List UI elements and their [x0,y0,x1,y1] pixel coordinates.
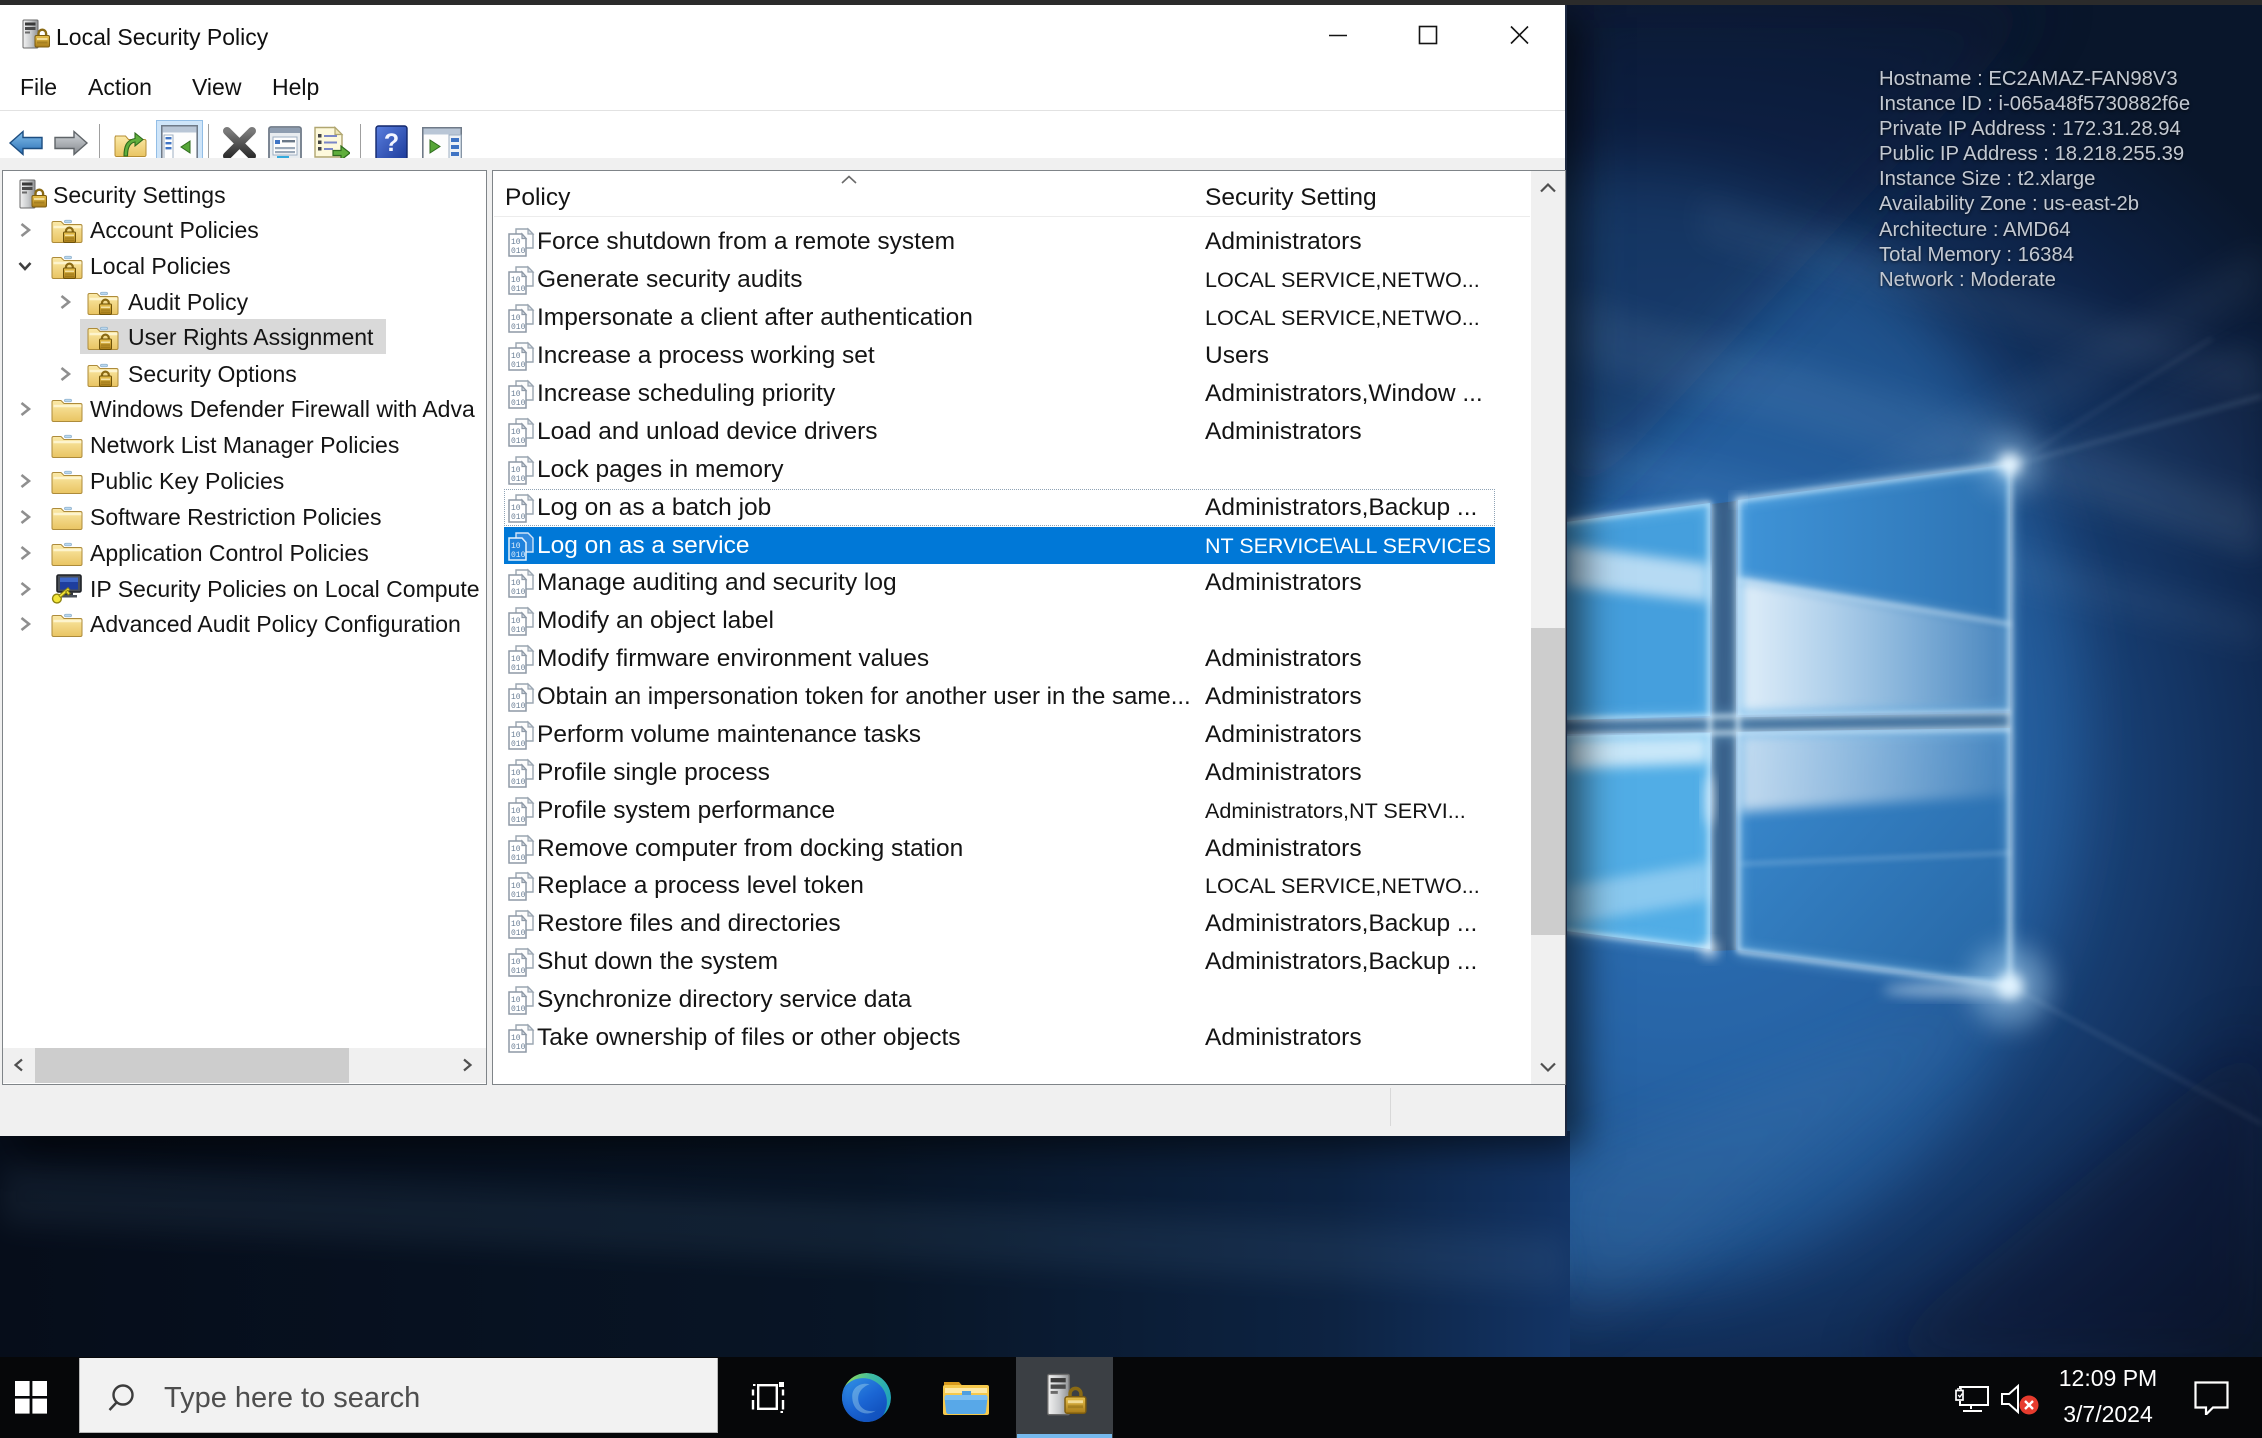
svg-text:?: ? [384,129,399,157]
